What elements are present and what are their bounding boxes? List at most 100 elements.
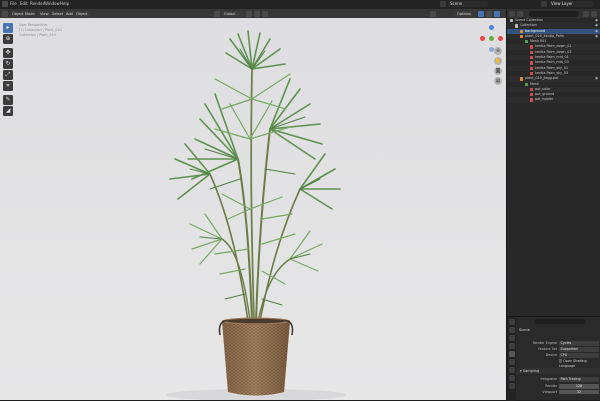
zoom-icon[interactable]: ⊕: [494, 47, 502, 55]
outliner-row[interactable]: pot_holder: [507, 97, 600, 103]
menu-file[interactable]: File: [10, 1, 17, 7]
display-mode-icon[interactable]: [517, 10, 523, 17]
integrator-row: Integrator Path Tracing: [517, 377, 600, 382]
measure-tool-icon[interactable]: ◢: [3, 106, 13, 116]
object-info-text: Collection | Plant_010: [19, 33, 56, 37]
integrator-select[interactable]: Path Tracing: [559, 377, 599, 382]
properties-search-input[interactable]: [535, 319, 585, 324]
tool-shelf: ▸ ⊕ ✥ ↻ ⤢ ⌗ ✎ ◢: [3, 23, 14, 123]
material-icon: [530, 98, 534, 102]
feature-set-row: Feature Set Supported: [517, 347, 600, 352]
outliner-header: [507, 9, 600, 18]
object-menu[interactable]: Object: [74, 10, 90, 17]
render-tab-icon[interactable]: [508, 327, 515, 333]
3d-viewport[interactable]: Object Mode View Select Add Object Globa…: [0, 9, 506, 400]
viewport-info-overlay: User Perspective (1) Collection | Plant_…: [19, 23, 62, 38]
viewport-samples-field[interactable]: 32: [559, 389, 599, 395]
object-icon: [520, 29, 524, 33]
material-icon: [530, 71, 534, 76]
mesh-icon: [525, 82, 529, 86]
new-collection-icon[interactable]: [591, 10, 597, 17]
filter-icon[interactable]: [583, 10, 589, 17]
object-tab-icon[interactable]: [508, 367, 515, 373]
move-tool-icon[interactable]: ✥: [3, 48, 13, 58]
cursor-tool-icon[interactable]: ⊕: [3, 34, 13, 44]
feature-set-label: Feature Set: [538, 347, 557, 351]
rotate-tool-icon[interactable]: ↻: [3, 59, 13, 69]
select-tool-icon[interactable]: ▸: [3, 23, 13, 33]
properties-panel: Scene Render Engine Cycles Feature Set S…: [507, 316, 600, 401]
menu-render[interactable]: Render: [30, 1, 44, 7]
proportional-edit-icon[interactable]: [262, 10, 268, 17]
outliner-panel: Scene Collection ◉ Collection ◉ background ◉ p…: [507, 9, 600, 316]
editor-type-icon[interactable]: [2, 10, 8, 17]
overlay-icon[interactable]: [430, 10, 436, 17]
menu-window[interactable]: Window: [44, 1, 60, 7]
gizmo-y-axis-icon[interactable]: [489, 36, 494, 41]
menu-help[interactable]: Help: [60, 1, 69, 7]
material-icon: [530, 45, 534, 49]
pivot-icon[interactable]: [246, 10, 252, 17]
object-icon: [520, 34, 524, 39]
properties-tabs: [507, 317, 516, 401]
menu-edit[interactable]: Edit: [20, 1, 28, 7]
annotate-tool-icon[interactable]: ✎: [3, 95, 13, 105]
collection-icon: [510, 19, 514, 23]
scale-tool-icon[interactable]: ⤢: [3, 70, 13, 80]
feature-set-select[interactable]: Supported: [559, 347, 599, 352]
camera-view-icon[interactable]: ◙: [494, 67, 502, 75]
render-samples-row: Render 128: [517, 384, 600, 389]
material-icon: [530, 66, 534, 70]
outliner-search-input[interactable]: [529, 10, 579, 17]
material-icon: [530, 87, 534, 92]
tool-tab-icon[interactable]: [508, 319, 515, 325]
render-engine-row: Render Engine Cycles: [517, 341, 600, 346]
mesh-icon: [525, 40, 529, 44]
device-select[interactable]: CPU: [559, 353, 599, 358]
snap-icon[interactable]: [254, 10, 260, 17]
integrator-label: Integrator: [540, 377, 557, 381]
transform-orientation-selector[interactable]: Global: [222, 10, 244, 17]
scene-tab-icon[interactable]: [508, 351, 515, 357]
transform-tool-icon[interactable]: ⌗: [3, 81, 13, 91]
outliner-row-label: pot_holder: [535, 97, 554, 102]
device-row: Device CPU: [517, 353, 600, 358]
scene-selector[interactable]: Scene: [448, 1, 488, 7]
shading-rendered-icon[interactable]: [494, 10, 500, 17]
orientation-icon[interactable]: [214, 10, 220, 17]
options-dropdown[interactable]: Options: [455, 10, 473, 17]
gizmo-z-axis-icon[interactable]: [489, 25, 494, 30]
collection-icon: [515, 24, 519, 28]
material-icon: [530, 56, 534, 60]
outliner-editor-icon[interactable]: [509, 10, 515, 17]
pan-icon[interactable]: ✋: [494, 57, 502, 65]
sampling-label: Sampling: [522, 369, 540, 373]
shading-solid-icon[interactable]: [478, 10, 484, 17]
render-samples-field[interactable]: 128: [559, 384, 599, 389]
gizmo-x-neg-icon[interactable]: [480, 36, 485, 41]
object-icon: [520, 77, 524, 81]
shading-material-icon[interactable]: [486, 10, 492, 17]
perspective-toggle-icon[interactable]: ▦: [494, 77, 502, 85]
render-engine-label: Render Engine: [532, 341, 557, 345]
checkbox-icon[interactable]: [559, 359, 563, 363]
view-layer-icon: [541, 1, 547, 7]
material-tab-icon[interactable]: [508, 383, 515, 389]
view-layer-tab-icon[interactable]: [508, 343, 515, 349]
view-menu[interactable]: View: [38, 10, 51, 17]
render-engine-select[interactable]: Cycles: [559, 341, 599, 346]
outliner-tree: Scene Collection ◉ Collection ◉ background ◉ p…: [507, 18, 600, 103]
mode-selector[interactable]: Object Mode: [10, 10, 36, 17]
select-menu[interactable]: Select: [50, 10, 66, 17]
material-icon: [530, 61, 534, 65]
world-tab-icon[interactable]: [508, 359, 515, 365]
gizmo-x-axis-icon[interactable]: [498, 36, 503, 41]
modifier-tab-icon[interactable]: [508, 375, 515, 381]
view-layer-selector[interactable]: View Layer: [549, 1, 593, 7]
material-icon: [530, 50, 534, 55]
output-tab-icon[interactable]: [508, 335, 515, 341]
scene-icon: [440, 1, 446, 7]
sampling-section-header[interactable]: ▾ Sampling: [517, 368, 600, 374]
blender-logo-icon[interactable]: [2, 1, 8, 7]
properties-context-title: Scene: [519, 328, 530, 332]
